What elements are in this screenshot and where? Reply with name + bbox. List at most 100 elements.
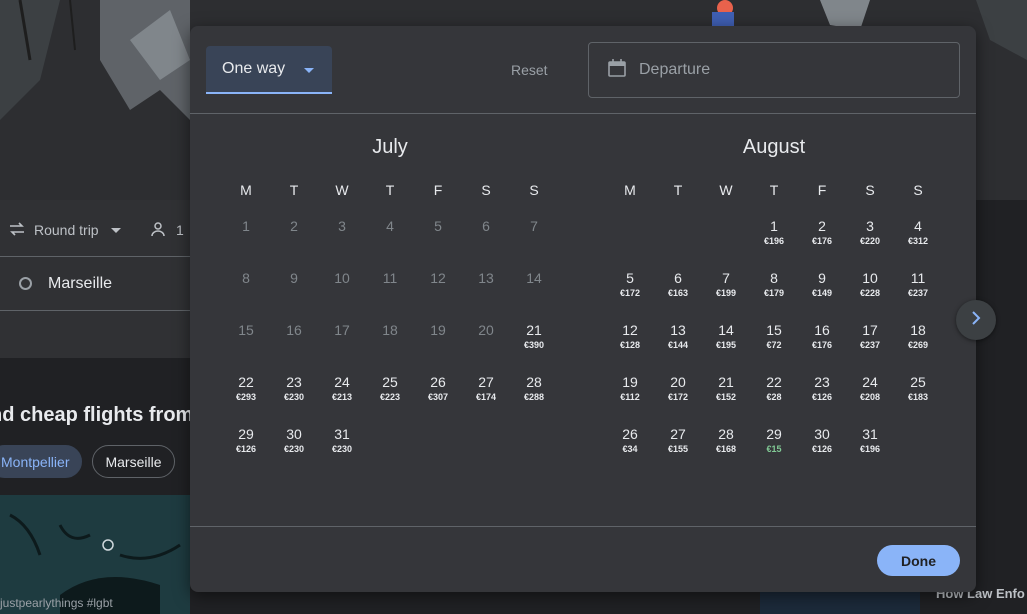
day-cell[interactable]: 28 €288 [510,368,558,420]
day-price: €237 [907,288,929,298]
day-number: 5 [434,218,442,234]
one-way-label: One way [222,60,286,77]
day-cell[interactable]: 23 €230 [270,368,318,420]
day-cell: 3 [318,212,366,264]
weekday-label: T [673,182,683,198]
day-number: 22 [238,374,254,390]
day-cell[interactable]: 7 €199 [702,264,750,316]
day-cell[interactable]: 21 €390 [510,316,558,368]
day-cell[interactable]: 10 €228 [846,264,894,316]
day-cell[interactable]: 27 €155 [654,420,702,472]
day-cell: 5 [414,212,462,264]
day-cell: 1 [222,212,270,264]
day-cell[interactable]: 1 €196 [750,212,798,264]
day-cell[interactable]: 28 €168 [702,420,750,472]
day-cell[interactable]: 21 €152 [702,368,750,420]
date-picker-dialog: One way Reset Departure July MTWTFSS 123… [190,26,996,592]
reset-button[interactable]: Reset [511,62,548,78]
weekday-header: MTWTFSS [606,182,942,204]
day-price: €312 [907,236,929,246]
chevron-down-icon [110,227,121,233]
weekday-label: F [817,182,827,198]
departure-field[interactable]: Departure [588,42,960,98]
day-cell[interactable]: 9 €149 [798,264,846,316]
day-cell[interactable]: 12 €128 [606,316,654,368]
map-caption: justpearlythings #lgbt [0,596,113,610]
day-cell[interactable]: 15 €72 [750,316,798,368]
day-cell[interactable]: 6 €163 [654,264,702,316]
day-cell[interactable]: 26 €307 [414,368,462,420]
day-number: 17 [862,322,878,338]
day-cell[interactable]: 3 €220 [846,212,894,264]
day-cell[interactable]: 11 €237 [894,264,942,316]
next-month-button[interactable] [956,300,996,340]
day-cell[interactable]: 26 €34 [606,420,654,472]
day-cell[interactable]: 22 €293 [222,368,270,420]
day-cell[interactable]: 2 €176 [798,212,846,264]
trip-type-select[interactable]: Round trip [8,218,121,242]
day-number: 16 [286,322,302,338]
day-cell[interactable]: 20 €172 [654,368,702,420]
one-way-select[interactable]: One way [206,46,332,94]
day-cell[interactable]: 4 €312 [894,212,942,264]
day-number: 25 [910,374,926,390]
day-price: €196 [859,444,881,454]
day-cell[interactable]: 25 €183 [894,368,942,420]
day-cell[interactable]: 19 €112 [606,368,654,420]
day-cell[interactable]: 24 €213 [318,368,366,420]
day-number: 5 [626,270,634,286]
day-cell[interactable]: 29 €126 [222,420,270,472]
day-cell: 19 [414,316,462,368]
day-cell[interactable]: 16 €176 [798,316,846,368]
day-cell[interactable]: 30 €126 [798,420,846,472]
day-cell: 17 [318,316,366,368]
day-cell[interactable]: 29 €15 [750,420,798,472]
day-cell: 2 [270,212,318,264]
day-cell[interactable]: 30 €230 [270,420,318,472]
day-cell[interactable]: 13 €144 [654,316,702,368]
day-cell[interactable]: 18 €269 [894,316,942,368]
day-cell[interactable]: 31 €196 [846,420,894,472]
day-cell[interactable]: 5 €172 [606,264,654,316]
origin-field[interactable]: Marseille [0,256,206,311]
day-number: 30 [814,426,830,442]
passenger-select[interactable]: 1 [150,218,184,242]
day-cell[interactable]: 31 €230 [318,420,366,472]
day-cell[interactable]: 22 €28 [750,368,798,420]
dialog-header: One way Reset Departure [190,26,976,114]
day-price: €269 [907,340,929,350]
day-number: 7 [722,270,730,286]
day-cell[interactable]: 23 €126 [798,368,846,420]
day-number: 8 [242,270,250,286]
video-thumbnail[interactable] [760,590,920,614]
day-price: €237 [859,340,881,350]
day-number: 9 [818,270,826,286]
day-grid: 1 €196 2 €176 3 €220 4 €312 5 €172 6 €163 7 €199 8 €179… [606,212,942,472]
day-cell[interactable]: 8 €179 [750,264,798,316]
day-cell: 16 [270,316,318,368]
weekday-label: W [335,182,349,198]
day-cell[interactable]: 25 €223 [366,368,414,420]
day-number: 7 [530,218,538,234]
day-number: 28 [526,374,542,390]
day-number: 2 [290,218,298,234]
chip-montpellier[interactable]: Montpellier [0,445,83,478]
day-number: 2 [818,218,826,234]
chip-marseille[interactable]: Marseille [92,445,175,478]
day-cell[interactable]: 17 €237 [846,316,894,368]
done-button[interactable]: Done [877,545,960,576]
day-number: 23 [814,374,830,390]
day-number: 14 [718,322,734,338]
weekday-label: T [289,182,299,198]
day-number: 12 [430,270,446,286]
day-price: €230 [283,392,305,402]
day-cell[interactable]: 14 €195 [702,316,750,368]
day-number: 15 [238,322,254,338]
day-price: €176 [811,236,833,246]
day-number: 28 [718,426,734,442]
day-price: €228 [859,288,881,298]
day-number: 19 [430,322,446,338]
day-cell[interactable]: 24 €208 [846,368,894,420]
day-cell[interactable]: 27 €174 [462,368,510,420]
day-number: 18 [910,322,926,338]
